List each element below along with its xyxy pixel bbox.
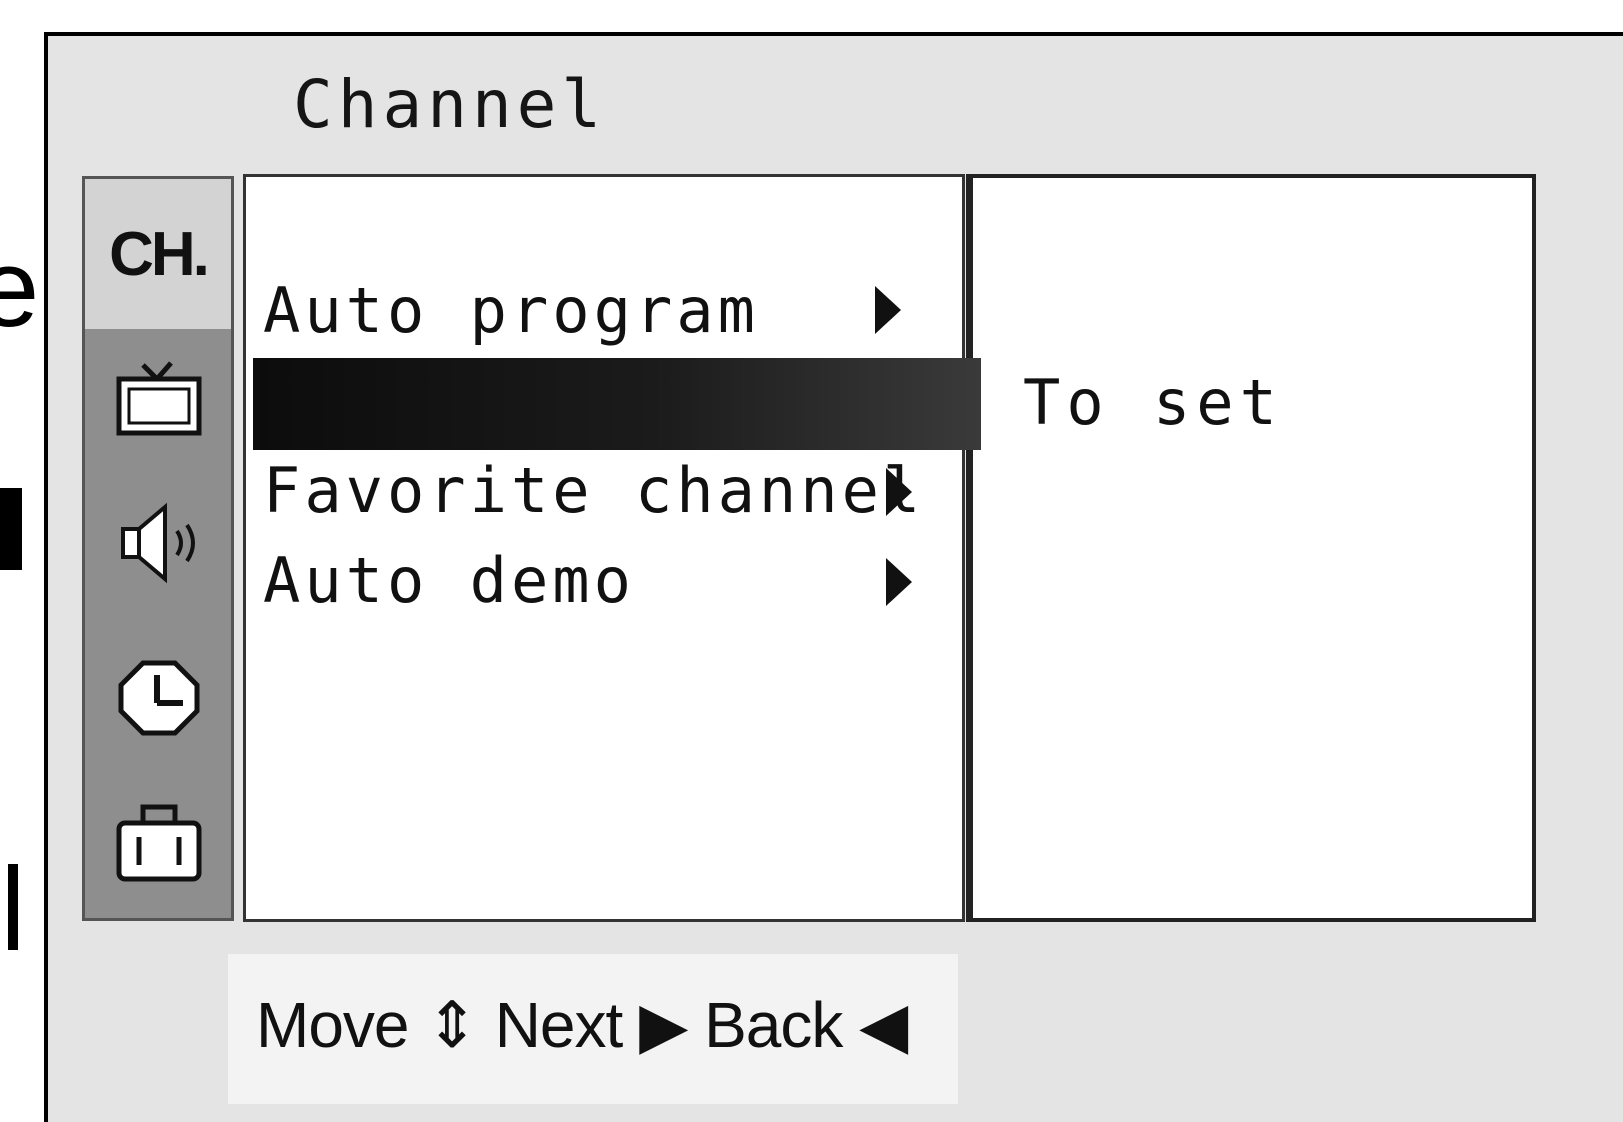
clock-icon[interactable] <box>107 645 211 749</box>
page-fragment-mark <box>0 488 22 570</box>
menu-item-auto-program[interactable]: Auto program <box>263 274 759 347</box>
chevron-right-icon <box>886 468 912 516</box>
menu-title: Channel <box>293 66 607 143</box>
ch-icon[interactable]: CH. <box>85 179 231 329</box>
menu-item-favorite-channel[interactable]: Favorite channel <box>263 454 924 527</box>
submenu-option-to-set[interactable]: To set <box>1023 366 1283 439</box>
selected-menu-item[interactable] <box>253 358 981 450</box>
osd-menu-window: Channel CH. Auto program Favorite channe… <box>44 32 1623 1122</box>
chevron-right-icon <box>875 286 901 334</box>
tv-icon[interactable] <box>107 337 211 441</box>
navigation-hint: Move ⇕ Next ▶ Back ◀ <box>256 989 908 1061</box>
submenu-panel <box>966 174 1536 922</box>
toolbox-icon[interactable] <box>107 793 211 897</box>
help-footer: Move ⇕ Next ▶ Back ◀ <box>228 954 958 1104</box>
page-fragment-mark <box>8 864 18 950</box>
menu-icon-column: CH. <box>82 176 234 921</box>
chevron-right-icon <box>886 558 912 606</box>
menu-item-auto-demo[interactable]: Auto demo <box>263 544 635 617</box>
speaker-icon[interactable] <box>107 491 211 595</box>
page-fragment-letter: e <box>0 227 40 350</box>
